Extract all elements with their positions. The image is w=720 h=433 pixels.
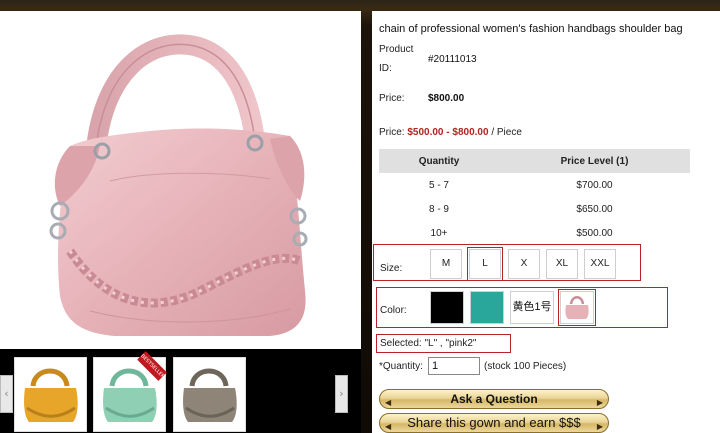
yellow-bag-icon [24, 368, 78, 422]
color-swatch-black[interactable] [430, 291, 464, 324]
chevron-right-icon[interactable]: › [335, 375, 348, 413]
ask-question-button[interactable]: ◀ Ask a Question ▶ [379, 389, 609, 409]
size-label: Size: [380, 263, 403, 274]
price-range: Price: $500.00 - $800.00 / Piece [379, 127, 522, 138]
share-earn-label: Share this gown and earn $$$ [407, 415, 581, 430]
right-arrow-icon: ▶ [596, 422, 603, 431]
size-option-l[interactable]: L [467, 247, 503, 281]
chevron-left-icon[interactable]: ‹ [0, 375, 13, 413]
price-range-value: $500.00 - $800.00 [407, 127, 489, 138]
grey-bag-icon [183, 368, 237, 422]
left-arrow-icon: ◀ [385, 422, 392, 431]
tier-quantity: 5 - 7 [428, 179, 449, 191]
stock-info: (stock 100 Pieces) [484, 361, 567, 372]
price-range-prefix: Price: [379, 127, 405, 138]
size-option-x[interactable]: X [508, 249, 540, 279]
left-arrow-icon: ◀ [385, 398, 392, 407]
quantity-input[interactable] [428, 357, 480, 375]
price-value: $800.00 [428, 93, 465, 104]
selected-summary: Selected: "L" , "pink2" [380, 338, 477, 349]
size-option-xxl[interactable]: XXL [584, 249, 616, 279]
thumbnail-grey-bag[interactable] [173, 357, 246, 432]
thumbnail-strip: ‹ BESTSELLER › [0, 349, 361, 433]
tier-header-price: Price Level (1) [499, 149, 690, 173]
color-swatch-pink2[interactable] [558, 289, 596, 326]
ask-question-label: Ask a Question [450, 392, 538, 406]
tier-price: $700.00 [576, 179, 613, 191]
price-range-suffix: / Piece [491, 127, 522, 138]
thumbnail-yellow-bag[interactable] [14, 357, 87, 432]
pink-bag-icon [565, 296, 589, 319]
price-tier-table: Quantity Price Level (1) 5 - 7 $700.00 8… [379, 149, 690, 245]
thumbnail-mint-bag[interactable]: BESTSELLER [93, 351, 167, 432]
color-label: Color: [380, 305, 407, 316]
pink-handbag-image [49, 34, 308, 336]
size-option-m[interactable]: M [430, 249, 462, 279]
tier-price: $650.00 [576, 203, 613, 215]
share-earn-button[interactable]: ◀ Share this gown and earn $$$ ▶ [379, 413, 609, 433]
tier-quantity: 10+ [430, 227, 448, 239]
main-product-image[interactable] [0, 11, 361, 349]
size-option-xl[interactable]: XL [546, 249, 578, 279]
tier-quantity: 8 - 9 [428, 203, 449, 215]
product-id-label-line2: ID: [379, 63, 392, 74]
price-label: Price: [379, 93, 405, 104]
table-row: 5 - 7 $700.00 [379, 173, 690, 197]
table-row: 10+ $500.00 [379, 221, 690, 245]
product-id-label-line1: Product [379, 44, 414, 55]
right-arrow-icon: ▶ [596, 398, 603, 407]
product-title: chain of professional women's fashion ha… [379, 23, 683, 35]
product-details-panel: chain of professional women's fashion ha… [372, 11, 720, 433]
color-swatch-yellow1[interactable]: 黄色1号 [510, 291, 554, 324]
product-id-value: #20111013 [428, 54, 477, 65]
quantity-label: *Quantity: [379, 361, 423, 372]
color-swatch-teal[interactable] [470, 291, 504, 324]
tier-header-quantity: Quantity [379, 149, 499, 173]
table-row: 8 - 9 $650.00 [379, 197, 690, 221]
tier-price: $500.00 [576, 227, 613, 239]
